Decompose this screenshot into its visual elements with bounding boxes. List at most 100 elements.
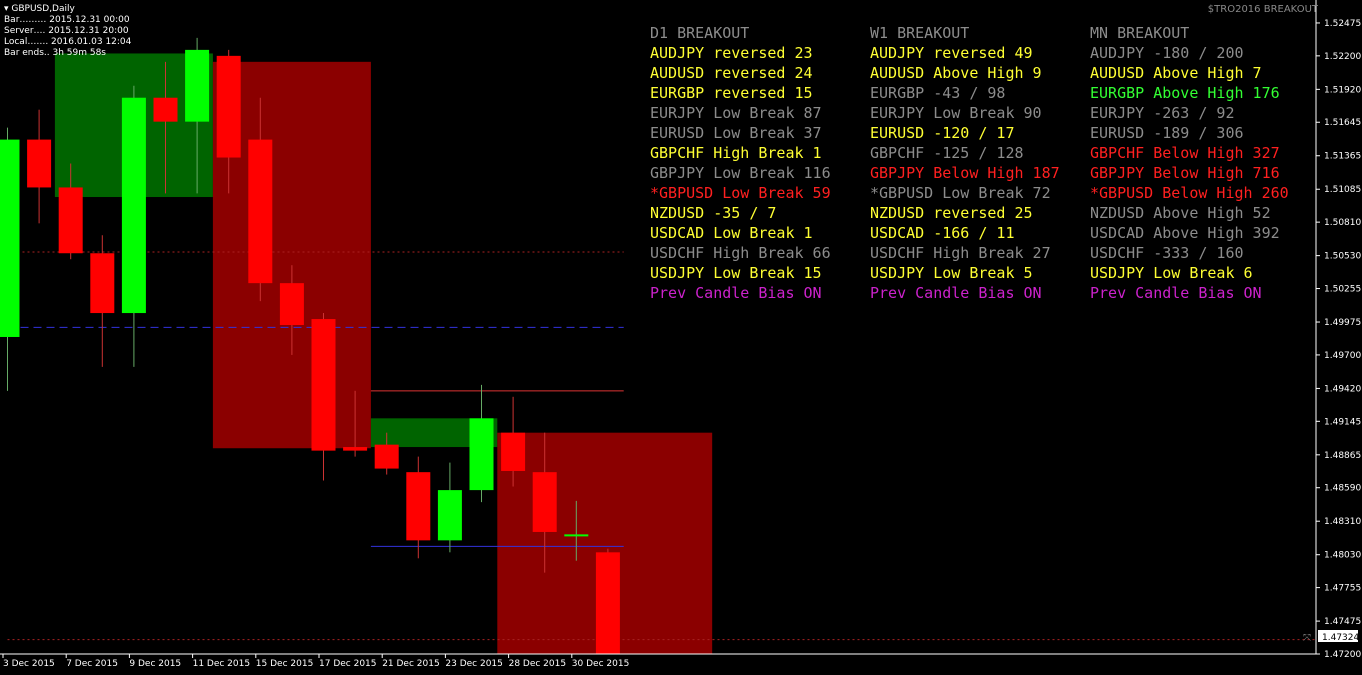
breakout-row: EURJPY Low Break 90 xyxy=(870,104,1042,122)
y-tick-label: 1.48865 xyxy=(1324,451,1361,461)
x-tick-label: 9 Dec 2015 xyxy=(129,659,181,669)
breakout-row: AUDJPY reversed 49 xyxy=(870,44,1033,62)
y-tick-label: 1.51920 xyxy=(1324,85,1361,95)
breakout-row: USDCHF -333 / 160 xyxy=(1090,244,1244,262)
breakout-column-mn: MN BREAKOUT AUDJPY -180 / 200 AUDUSD Above… xyxy=(1090,23,1289,303)
breakout-row: GBPJPY Low Break 116 xyxy=(650,164,831,182)
breakout-row: USDCAD Above High 392 xyxy=(1090,224,1280,242)
candle-body xyxy=(153,97,178,122)
x-tick-label: 11 Dec 2015 xyxy=(193,659,251,669)
candle-body xyxy=(90,253,115,314)
y-tick-label: 1.50810 xyxy=(1324,218,1361,228)
candle-body xyxy=(0,139,20,337)
breakout-row: EURUSD -120 / 17 xyxy=(870,124,1015,142)
candle-body xyxy=(595,552,620,654)
breakout-row: EURUSD Low Break 37 xyxy=(650,124,822,142)
breakout-row: AUDUSD Above High 7 xyxy=(1090,64,1262,82)
breakout-row: Prev Candle Bias ON xyxy=(870,284,1042,302)
y-tick-label: 1.52200 xyxy=(1324,52,1361,62)
candle-body xyxy=(564,534,589,537)
y-tick-label: 1.48310 xyxy=(1324,517,1361,527)
breakout-row: AUDJPY reversed 23 xyxy=(650,44,813,62)
column-header: D1 BREAKOUT xyxy=(650,24,750,42)
x-tick-label: 30 Dec 2015 xyxy=(572,659,630,669)
breakout-column-w1: W1 BREAKOUT AUDJPY reversed 49 AUDUSD Abov… xyxy=(870,23,1060,303)
breakout-row: EURUSD -189 / 306 xyxy=(1090,124,1244,142)
info-bar-ends: Bar ends.. 3h 59m 58s xyxy=(4,48,106,58)
bar-info-panel: ▾ GBPUSD,Daily Bar……… 2015.12.31 00:00 S… xyxy=(4,4,131,59)
candle-body xyxy=(374,444,399,469)
x-tick-label: 7 Dec 2015 xyxy=(66,659,118,669)
x-tick-label: 28 Dec 2015 xyxy=(509,659,566,669)
breakout-row: GBPCHF High Break 1 xyxy=(650,144,822,162)
breakout-row: USDJPY Low Break 5 xyxy=(870,264,1033,282)
breakout-row: *GBPUSD Low Break 59 xyxy=(650,184,831,202)
y-tick-label: 1.47475 xyxy=(1324,617,1361,627)
candle-body xyxy=(532,472,557,532)
breakout-row: USDCAD Low Break 1 xyxy=(650,224,813,242)
info-server-time: Server…. 2015.12.31 20:00 xyxy=(4,26,129,36)
info-local-time: Local……. 2016.01.03 12:04 xyxy=(4,37,132,47)
breakout-row: EURJPY -263 / 92 xyxy=(1090,104,1235,122)
x-tick-label: 21 Dec 2015 xyxy=(382,659,440,669)
candle-body xyxy=(501,432,526,471)
breakout-row: USDCHF High Break 66 xyxy=(650,244,831,262)
y-tick-label: 1.48030 xyxy=(1324,551,1361,561)
breakout-row: *GBPUSD Low Break 72 xyxy=(870,184,1051,202)
column-header: MN BREAKOUT xyxy=(1090,24,1190,42)
y-tick-label: 1.49145 xyxy=(1324,417,1361,427)
symbol-title: ▾ GBPUSD,Daily xyxy=(4,4,75,14)
candle-body xyxy=(406,472,431,541)
breakout-row: Prev Candle Bias ON xyxy=(1090,284,1262,302)
x-tick-label: 3 Dec 2015 xyxy=(3,659,55,669)
candle-body xyxy=(216,55,241,158)
y-tick-label: 1.51645 xyxy=(1324,118,1361,128)
y-tick-label: 1.49975 xyxy=(1324,318,1361,328)
y-tick-label: 1.51085 xyxy=(1324,185,1361,195)
candle-body xyxy=(437,490,462,541)
candle-body xyxy=(248,139,273,284)
y-tick-label: 1.51365 xyxy=(1324,152,1361,162)
breakout-row: GBPJPY Below High 187 xyxy=(870,164,1060,182)
breakout-row: AUDUSD reversed 24 xyxy=(650,64,813,82)
y-tick-label: 1.48590 xyxy=(1324,484,1361,494)
y-tick-label: 1.49700 xyxy=(1324,351,1361,361)
breakout-row: AUDJPY -180 / 200 xyxy=(1090,44,1244,62)
breakout-row: GBPCHF Below High 327 xyxy=(1090,144,1280,162)
breakout-column-d1: D1 BREAKOUT AUDJPY reversed 23 AUDUSD reve… xyxy=(650,23,831,303)
candle-body xyxy=(185,49,210,122)
breakout-row: GBPJPY Below High 716 xyxy=(1090,164,1280,182)
y-tick-label: 1.52475 xyxy=(1324,19,1361,29)
y-tick-label: 1.50255 xyxy=(1324,285,1361,295)
breakout-row: NZDUSD -35 / 7 xyxy=(650,204,777,222)
breakout-row: *GBPUSD Below High 260 xyxy=(1090,184,1289,202)
candle-body xyxy=(279,283,304,326)
candle-19 xyxy=(595,548,620,654)
current-price-marker: 1.47324 xyxy=(1318,630,1359,643)
y-tick-label: 1.47755 xyxy=(1324,584,1361,594)
info-bar-time: Bar……… 2015.12.31 00:00 xyxy=(4,15,130,25)
candle-body xyxy=(121,97,146,314)
column-header: W1 BREAKOUT xyxy=(870,24,970,42)
x-tick-label: 15 Dec 2015 xyxy=(256,659,313,669)
breakout-row: NZDUSD reversed 25 xyxy=(870,204,1033,222)
candle-body xyxy=(469,418,494,491)
breakout-row: USDJPY Low Break 15 xyxy=(650,264,822,282)
breakout-row: Prev Candle Bias ON xyxy=(650,284,822,302)
shift-chart-icon[interactable]: ⤧ xyxy=(1303,633,1311,644)
candle-body xyxy=(27,139,52,188)
breakout-row: GBPCHF -125 / 128 xyxy=(870,144,1024,162)
y-tick-label: 1.47200 xyxy=(1324,650,1361,660)
breakout-row: EURJPY Low Break 87 xyxy=(650,104,822,122)
breakout-row: AUDUSD Above High 9 xyxy=(870,64,1042,82)
breakout-row: EURGBP -43 / 98 xyxy=(870,84,1006,102)
x-tick-label: 17 Dec 2015 xyxy=(319,659,377,669)
x-tick-label: 23 Dec 2015 xyxy=(445,659,503,669)
breakout-row: USDJPY Low Break 6 xyxy=(1090,264,1253,282)
indicator-brand: $TRO2016 BREAKOUT xyxy=(1207,4,1318,15)
breakout-row: NZDUSD Above High 52 xyxy=(1090,204,1271,222)
candle-body xyxy=(58,187,83,254)
y-tick-label: 1.49420 xyxy=(1324,384,1361,394)
breakout-row: USDCHF High Break 27 xyxy=(870,244,1051,262)
breakout-row: EURGBP Above High 176 xyxy=(1090,84,1280,102)
